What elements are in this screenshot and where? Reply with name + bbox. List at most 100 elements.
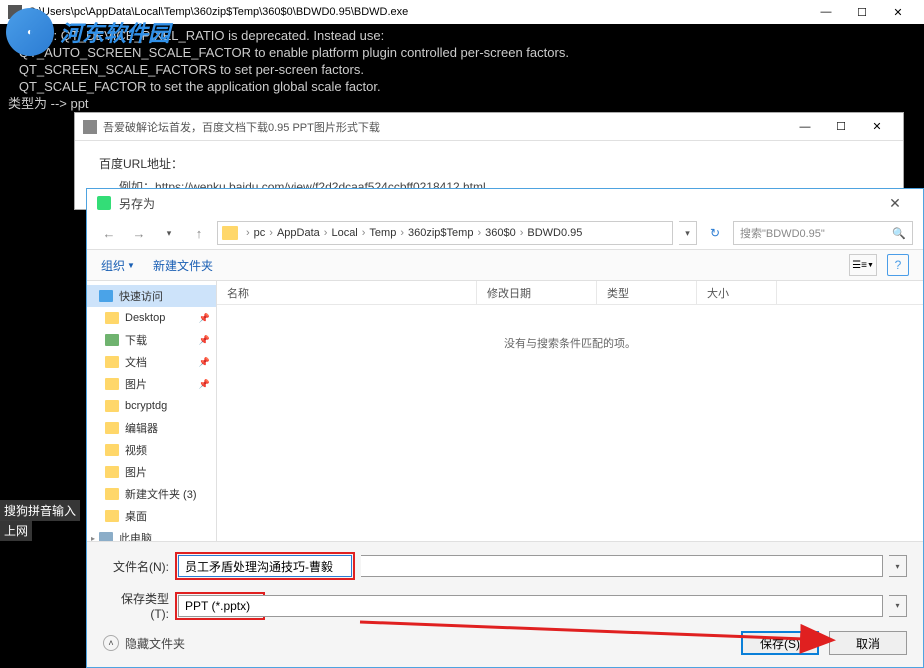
down-icon bbox=[105, 334, 119, 346]
breadcrumb-seg[interactable]: 360zip$Temp bbox=[408, 227, 473, 239]
tree-item-label: 桌面 bbox=[125, 508, 147, 524]
folder-icon bbox=[105, 510, 119, 522]
folder-icon bbox=[105, 400, 119, 412]
tree-item-label: 下载 bbox=[125, 332, 147, 348]
filename-input-ext[interactable] bbox=[361, 555, 883, 577]
tree-item[interactable]: 新建文件夹 (3) bbox=[87, 483, 216, 505]
tree-item[interactable]: bcryptdg bbox=[87, 395, 216, 417]
folder-icon bbox=[105, 378, 119, 390]
downloader-close-button[interactable]: ✕ bbox=[859, 115, 895, 139]
tree-item[interactable]: 编辑器 bbox=[87, 417, 216, 439]
pin-icon: 📌 bbox=[199, 335, 210, 346]
folder-icon bbox=[105, 488, 119, 500]
tree-item-label: 此电脑 bbox=[119, 530, 152, 541]
watermark-logo: ◐ 河东软件园 bbox=[6, 8, 170, 56]
main-area: 快速访问Desktop📌下载📌文档📌图片📌bcryptdg编辑器视频图片新建文件… bbox=[87, 281, 923, 541]
tree-item-label: 文档 bbox=[125, 354, 147, 370]
breadcrumb-seg[interactable]: Local bbox=[331, 227, 357, 239]
tree-item[interactable]: 图片📌 bbox=[87, 373, 216, 395]
save-as-dialog: 另存为 ✕ ← → ▾ ↑ › pc› AppData› Local› Temp… bbox=[86, 188, 924, 668]
downloader-title: 吾爱破解论坛首发，百度文档下载0.95 PPT图片形式下载 bbox=[83, 119, 380, 135]
tree-item-label: 图片 bbox=[125, 464, 147, 480]
pin-icon: 📌 bbox=[199, 357, 210, 368]
saveas-close-button[interactable]: ✕ bbox=[877, 191, 913, 215]
tree-item-label: 编辑器 bbox=[125, 420, 158, 436]
breadcrumb-seg[interactable]: Temp bbox=[369, 227, 396, 239]
console-minimize-button[interactable]: — bbox=[808, 0, 844, 24]
nav-back-button[interactable]: ← bbox=[97, 221, 121, 245]
console-maximize-button[interactable]: ☐ bbox=[844, 0, 880, 24]
star-icon bbox=[99, 290, 113, 302]
breadcrumb-seg[interactable]: AppData bbox=[277, 227, 320, 239]
folder-icon bbox=[105, 466, 119, 478]
tree-item[interactable]: 快速访问 bbox=[87, 285, 216, 307]
downloader-maximize-button[interactable]: ☐ bbox=[823, 115, 859, 139]
filename-label: 文件名(N): bbox=[103, 558, 169, 575]
tree-item-label: 视频 bbox=[125, 442, 147, 458]
col-type[interactable]: 类型 bbox=[597, 281, 697, 304]
folder-tree[interactable]: 快速访问Desktop📌下载📌文档📌图片📌bcryptdg编辑器视频图片新建文件… bbox=[87, 281, 217, 541]
console-window-controls: — ☐ ✕ bbox=[808, 0, 916, 24]
bottom-area: 文件名(N): ▾ 保存类型(T): ▾ ˄ 隐藏文件夹 保存(S) 取消 bbox=[87, 541, 923, 667]
url-label: 百度URL地址： bbox=[99, 155, 879, 172]
disk-icon bbox=[99, 532, 113, 541]
filename-input[interactable] bbox=[178, 555, 352, 577]
breadcrumb-seg[interactable]: pc bbox=[254, 227, 266, 239]
filename-dropdown[interactable]: ▾ bbox=[889, 555, 907, 577]
console-close-button[interactable]: ✕ bbox=[880, 0, 916, 24]
tree-item[interactable]: 图片 bbox=[87, 461, 216, 483]
view-mode-button[interactable]: ☰≡ ▼ bbox=[849, 254, 877, 276]
filetype-label: 保存类型(T): bbox=[103, 590, 169, 621]
search-icon: 🔍 bbox=[892, 227, 906, 240]
folder-icon bbox=[222, 226, 238, 240]
nav-row: ← → ▾ ↑ › pc› AppData› Local› Temp› 360z… bbox=[87, 217, 923, 249]
nav-forward-button[interactable]: → bbox=[127, 221, 151, 245]
folder-icon bbox=[105, 356, 119, 368]
watermark-globe-icon: ◐ bbox=[6, 8, 54, 56]
downloader-window-controls: — ☐ ✕ bbox=[787, 115, 895, 139]
cancel-button[interactable]: 取消 bbox=[829, 631, 907, 655]
search-input[interactable]: 搜索"BDWD0.95" 🔍 bbox=[733, 221, 913, 245]
nav-up-button[interactable]: ↑ bbox=[187, 221, 211, 245]
filetype-select-ext[interactable] bbox=[271, 595, 883, 617]
pin-icon: 📌 bbox=[199, 313, 210, 324]
refresh-button[interactable]: ↻ bbox=[703, 221, 727, 245]
tree-item[interactable]: 下载 📌 bbox=[87, 329, 216, 351]
tree-item[interactable]: 文档 📌 bbox=[87, 351, 216, 373]
hide-folders-toggle[interactable]: ˄ 隐藏文件夹 bbox=[103, 635, 185, 652]
downloader-titlebar: 吾爱破解论坛首发，百度文档下载0.95 PPT图片形式下载 — ☐ ✕ bbox=[75, 113, 903, 141]
tree-item[interactable]: 桌面 bbox=[87, 505, 216, 527]
col-size[interactable]: 大小 bbox=[697, 281, 777, 304]
breadcrumb-seg[interactable]: BDWD0.95 bbox=[527, 227, 582, 239]
saveas-title-text: 另存为 bbox=[119, 195, 155, 212]
tree-item[interactable]: ▸此电脑 bbox=[87, 527, 216, 541]
empty-message: 没有与搜索条件匹配的项。 bbox=[217, 305, 923, 541]
tree-item-label: 快速访问 bbox=[119, 288, 163, 304]
downloader-minimize-button[interactable]: — bbox=[787, 115, 823, 139]
col-date[interactable]: 修改日期 bbox=[477, 281, 597, 304]
folder-icon bbox=[105, 422, 119, 434]
tree-item-label: bcryptdg bbox=[125, 400, 167, 412]
col-name[interactable]: 名称 bbox=[217, 281, 477, 304]
breadcrumb[interactable]: › pc› AppData› Local› Temp› 360zip$Temp›… bbox=[217, 221, 673, 245]
tree-item[interactable]: Desktop📌 bbox=[87, 307, 216, 329]
filetype-dropdown[interactable]: ▾ bbox=[889, 595, 907, 617]
tree-item[interactable]: 视频 bbox=[87, 439, 216, 461]
network-indicator: 上网 bbox=[0, 520, 32, 541]
organize-button[interactable]: 组织 ▼ bbox=[101, 257, 135, 274]
saveas-titlebar: 另存为 ✕ bbox=[87, 189, 923, 217]
python-icon bbox=[97, 196, 111, 210]
save-button[interactable]: 保存(S) bbox=[741, 631, 819, 655]
chevron-up-icon: ˄ bbox=[103, 635, 119, 651]
breadcrumb-dropdown[interactable]: ▾ bbox=[679, 221, 697, 245]
file-list-panel: 名称 修改日期 类型 大小 没有与搜索条件匹配的项。 bbox=[217, 281, 923, 541]
list-header: 名称 修改日期 类型 大小 bbox=[217, 281, 923, 305]
downloader-app-icon bbox=[83, 120, 97, 134]
help-button[interactable]: ? bbox=[887, 254, 909, 276]
toolbar: 组织 ▼ 新建文件夹 ☰≡ ▼ ? bbox=[87, 249, 923, 281]
new-folder-button[interactable]: 新建文件夹 bbox=[153, 257, 213, 274]
ime-indicator: 搜狗拼音输入 bbox=[0, 500, 80, 521]
nav-recent-dropdown[interactable]: ▾ bbox=[157, 221, 181, 245]
breadcrumb-seg[interactable]: 360$0 bbox=[485, 227, 516, 239]
pin-icon: 📌 bbox=[199, 379, 210, 390]
